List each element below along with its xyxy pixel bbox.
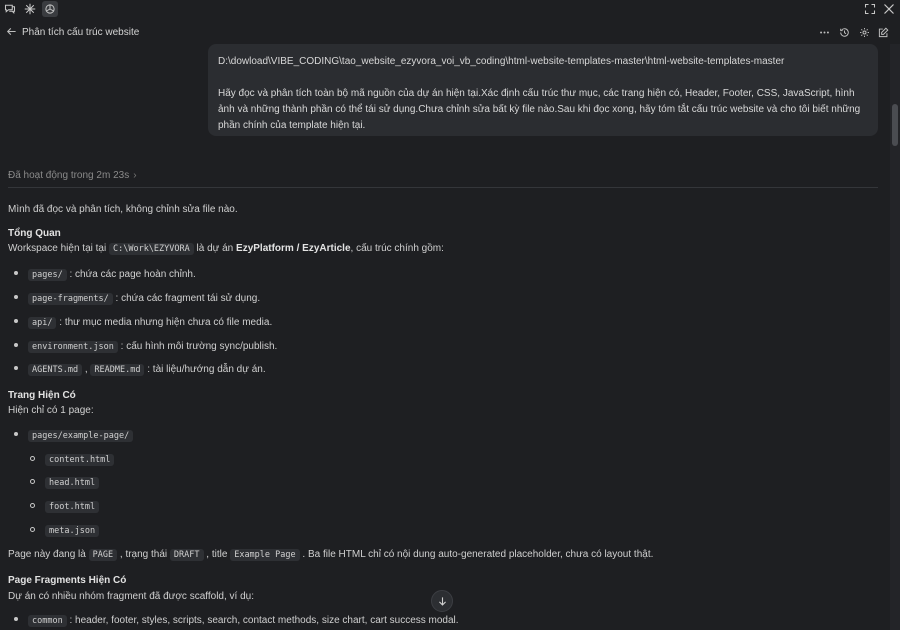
section-title-fragments: Page Fragments Hiện Có — [8, 575, 127, 586]
fragments-text: Dự án có nhiều nhóm fragment đã được sca… — [8, 591, 255, 602]
close-icon[interactable] — [881, 1, 897, 17]
overview-text: Workspace hiện tại tại C:\Work\EZYVORA l… — [8, 243, 444, 255]
list-item: environment.json : cấu hình môi trường s… — [14, 341, 277, 353]
top-toolbar — [0, 0, 900, 18]
activity-label: Đã hoạt động trong 2m 23s — [8, 170, 130, 181]
history-icon[interactable] — [838, 26, 851, 39]
back-arrow-icon[interactable] — [6, 26, 18, 38]
sub-list-item: content.html — [30, 454, 115, 466]
sub-list-item: head.html — [30, 477, 100, 489]
chat-header: Phân tích cấu trúc website — [0, 22, 900, 42]
workspace-path-code: C:\Work\EZYVORA — [108, 243, 194, 255]
chevron-right-icon: › — [133, 170, 137, 181]
settings-gear-icon[interactable] — [858, 26, 871, 39]
list-item: pages/ : chứa các page hoàn chỉnh. — [14, 269, 196, 281]
conversation-title: Phân tích cấu trúc website — [22, 27, 140, 38]
sub-list-item: foot.html — [30, 501, 100, 513]
scrollbar-thumb[interactable] — [892, 104, 898, 146]
project-name: EzyPlatform / EzyArticle — [236, 243, 351, 254]
list-item: page-fragments/ : chứa các fragment tái … — [14, 293, 260, 305]
page-status-text: Page này đang là PAGE , trạng thái DRAFT… — [8, 549, 654, 561]
scroll-to-bottom-button[interactable] — [431, 590, 453, 612]
section-title-pages: Trang Hiện Có — [8, 390, 76, 401]
new-chat-edit-icon[interactable] — [877, 26, 890, 39]
user-message-body: Hãy đọc và phân tích toàn bộ mã nguồn củ… — [218, 88, 861, 131]
section-title-overview: Tổng Quan — [8, 228, 61, 239]
user-message-bubble: D:\dowload\VIBE_CODING\tao_website_ezyvo… — [208, 44, 878, 136]
vertical-scrollbar[interactable] — [890, 44, 900, 630]
divider — [8, 187, 878, 188]
chat-icon[interactable] — [2, 1, 18, 17]
user-message-path: D:\dowload\VIBE_CODING\tao_website_ezyvo… — [218, 56, 785, 67]
sparkle-icon[interactable] — [22, 1, 38, 17]
list-item: AGENTS.md , README.md : tài liệu/hướng d… — [14, 364, 266, 376]
pages-text: Hiện chỉ có 1 page: — [8, 405, 94, 416]
expand-icon[interactable] — [862, 1, 878, 17]
arrow-down-icon — [438, 596, 446, 606]
list-item: common : header, footer, styles, scripts… — [14, 615, 459, 627]
activity-status[interactable]: Đã hoạt động trong 2m 23s › — [8, 170, 137, 181]
response-intro: Mình đã đọc và phân tích, không chỉnh sử… — [8, 204, 238, 215]
list-item: api/ : thư mục media nhưng hiện chưa có … — [14, 317, 272, 329]
openai-icon[interactable] — [42, 1, 58, 17]
list-item: pages/example-page/ — [14, 430, 134, 442]
sub-list-item: meta.json — [30, 525, 100, 537]
more-options-icon[interactable] — [818, 26, 831, 39]
